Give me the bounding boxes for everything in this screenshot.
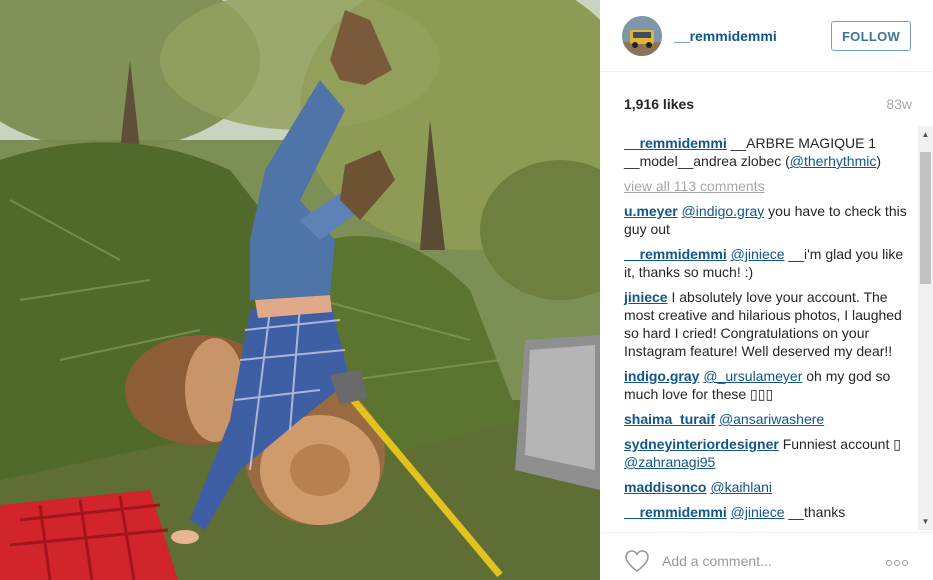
view-all-comments-link[interactable]: view all 113 comments [624, 177, 916, 195]
comment-mention[interactable]: @jiniece [731, 246, 785, 262]
comment-username[interactable]: jiniece [624, 289, 668, 305]
comment: sydneyinteriordesigner Funniest account … [624, 435, 916, 471]
post-age[interactable]: 83w [886, 96, 912, 112]
comment: __remmidemmi @jiniece __i'm glad you lik… [624, 245, 916, 281]
post-photo-illustration [0, 0, 600, 580]
comments-scrollbar[interactable]: ▲ ▼ [918, 126, 933, 530]
more-options-icon[interactable] [886, 553, 914, 569]
post-header: __remmidemmi FOLLOW [600, 0, 933, 72]
likes-count[interactable]: 1,916 likes [624, 96, 694, 112]
caption-mention[interactable]: @therhythmic [790, 153, 877, 169]
post-meta: 1,916 likes 83w [624, 96, 912, 116]
comment-username[interactable]: indigo.gray [624, 368, 699, 384]
comment: maddisonco @kaihlani [624, 478, 916, 496]
heart-icon[interactable] [624, 549, 650, 573]
comment-username[interactable]: sydneyinteriordesigner [624, 436, 779, 452]
post-side-panel: __remmidemmi FOLLOW 1,916 likes 83w __re… [600, 0, 933, 580]
post-footer [600, 532, 933, 580]
comments-list: __remmidemmi __ARBRE MAGIQUE 1 __model__… [624, 134, 916, 528]
avatar-image [622, 16, 662, 56]
comments-section[interactable]: __remmidemmi __ARBRE MAGIQUE 1 __model__… [600, 126, 933, 532]
follow-button[interactable]: FOLLOW [831, 21, 911, 51]
scrollbar-thumb[interactable] [920, 152, 931, 284]
avatar[interactable] [622, 16, 662, 56]
scroll-down-arrow-icon[interactable]: ▼ [918, 513, 933, 530]
post-photo[interactable] [0, 0, 600, 580]
comment-mention[interactable]: @ansariwashere [719, 411, 824, 427]
comment: indigo.gray @_ursulameyer oh my god so m… [624, 367, 916, 403]
comment: jiniece I absolutely love your account. … [624, 288, 916, 360]
comment: u.meyer @indigo.gray you have to check t… [624, 202, 916, 238]
add-comment-input[interactable] [662, 551, 872, 571]
comment-mention[interactable]: @jiniece [731, 504, 785, 520]
caption-text-end: ) [876, 153, 882, 169]
comment-username[interactable]: __remmidemmi [624, 246, 727, 262]
comment-mention[interactable]: @indigo.gray [682, 203, 765, 219]
comment-mention[interactable]: @kaihlani [710, 479, 772, 495]
scroll-up-arrow-icon[interactable]: ▲ [918, 126, 933, 143]
caption: __remmidemmi __ARBRE MAGIQUE 1 __model__… [624, 134, 916, 170]
comment-username[interactable]: shaima_turaif [624, 411, 715, 427]
comment-text: __thanks [784, 504, 846, 520]
comment-mention[interactable]: @zahranagi95 [624, 454, 715, 470]
comment: __remmidemmi @jiniece __thanks [624, 503, 916, 521]
comment-username[interactable]: __remmidemmi [624, 504, 727, 520]
caption-username[interactable]: __remmidemmi [624, 135, 727, 151]
comment-text: Funniest account ▯ [778, 436, 901, 452]
comment-username[interactable]: u.meyer [624, 203, 678, 219]
comment: shaima_turaif @ansariwashere [624, 410, 916, 428]
comment-mention[interactable]: @_ursulameyer [703, 368, 802, 384]
comment-username[interactable]: maddisonco [624, 479, 706, 495]
username-link[interactable]: __remmidemmi [674, 28, 777, 44]
